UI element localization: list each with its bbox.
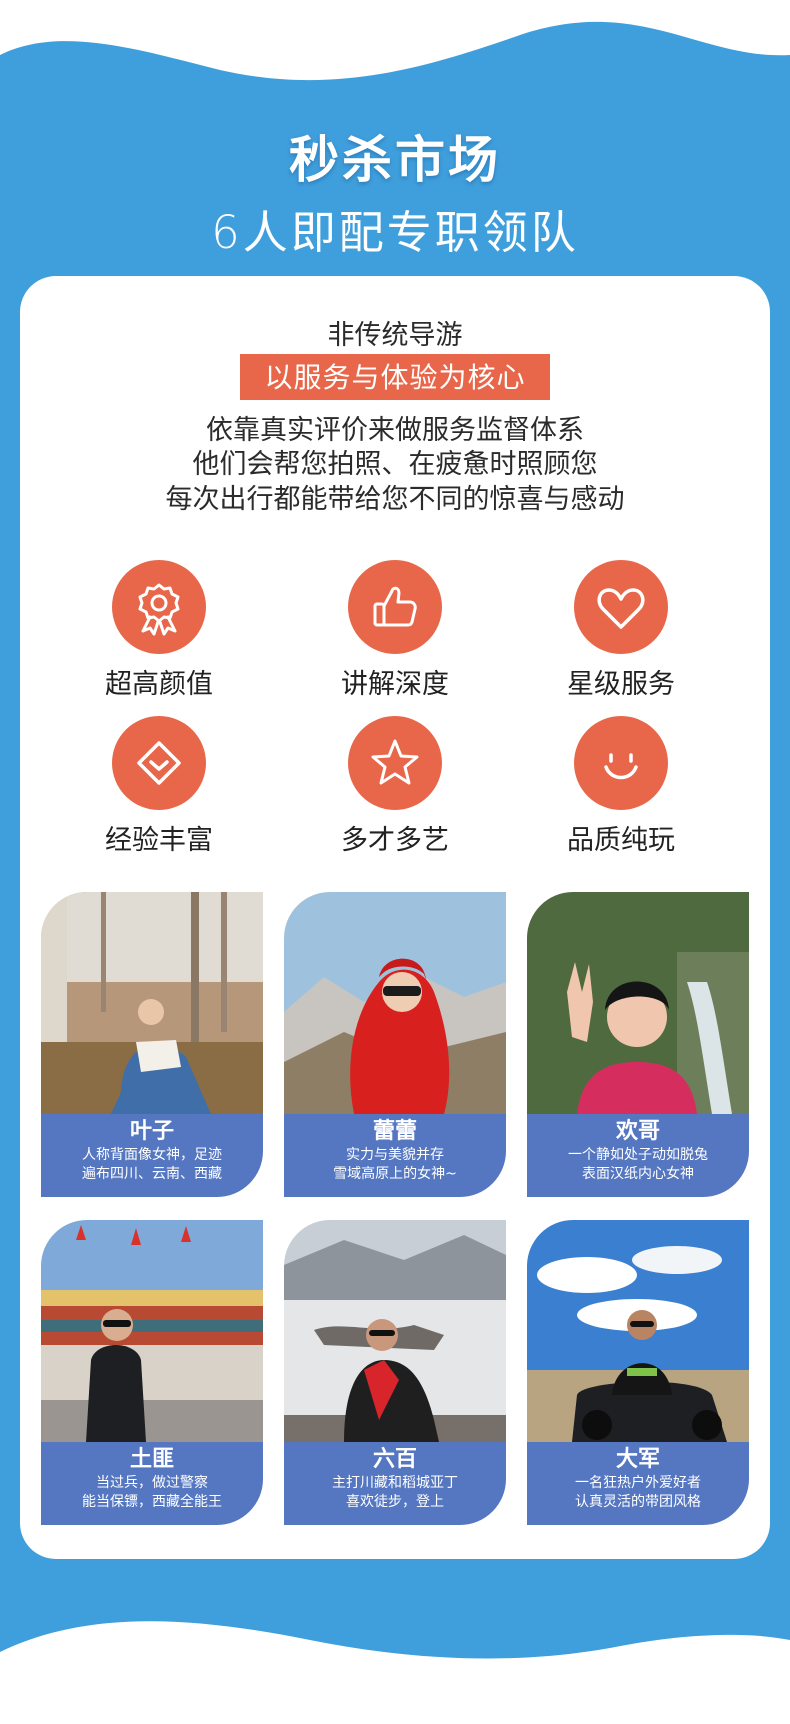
- heart-icon: [574, 560, 668, 654]
- guide-photo: [527, 892, 749, 1114]
- guide-photo: [41, 1220, 263, 1442]
- guide-photo: [527, 1220, 749, 1442]
- page-title: 秒杀市场: [289, 130, 501, 189]
- feature-label: 经验丰富: [105, 825, 213, 856]
- thumbs-up-icon: [348, 560, 442, 654]
- guide-photo: [284, 1220, 506, 1442]
- guide-caption: 土匪 当过兵，做过警察 能当保镖，西藏全能王: [41, 1442, 263, 1525]
- guide-name: 六百: [372, 1447, 417, 1472]
- guide-card: 欢哥 一个静如处子动如脱兔 表面汉纸内心女神: [527, 892, 749, 1197]
- intro-line-4: 每次出行都能带给您不同的惊喜与感动: [165, 484, 625, 515]
- guide-desc-2: 表面汉纸内心女神: [582, 1166, 694, 1182]
- guide-desc-1: 一个静如处子动如脱兔: [568, 1147, 708, 1163]
- guide-name: 土匪: [129, 1447, 174, 1472]
- guide-desc-2: 雪域高原上的女神~: [333, 1166, 457, 1182]
- guide-card: 土匪 当过兵，做过警察 能当保镖，西藏全能王: [41, 1220, 263, 1525]
- guide-name: 欢哥: [615, 1119, 660, 1144]
- guide-desc-1: 当过兵，做过警察: [96, 1475, 208, 1491]
- smile-icon: [574, 716, 668, 810]
- feature-item: 超高颜值: [49, 560, 269, 701]
- guide-caption: 六百 主打川藏和稻城亚丁 喜欢徒步，登上: [284, 1442, 506, 1525]
- guide-desc-2: 认真灵活的带团风格: [575, 1494, 701, 1510]
- guide-name: 叶子: [129, 1119, 174, 1144]
- guide-card: 六百 主打川藏和稻城亚丁 喜欢徒步，登上: [284, 1220, 506, 1525]
- star-icon: [348, 716, 442, 810]
- award-ribbon-icon: [112, 560, 206, 654]
- feature-item: 经验丰富: [49, 716, 269, 857]
- guide-desc-2: 遍布四川、云南、西藏: [82, 1166, 222, 1182]
- feature-label: 品质纯玩: [567, 825, 675, 856]
- guide-photo: [41, 892, 263, 1114]
- guide-name: 蕾蕾: [372, 1119, 417, 1144]
- guide-caption: 大军 一名狂热户外爱好者 认真灵活的带团风格: [527, 1442, 749, 1525]
- highlight-row: 以服务与体验为核心: [0, 354, 790, 400]
- guide-desc-1: 主打川藏和稻城亚丁: [332, 1475, 458, 1491]
- feature-item: 品质纯玩: [511, 716, 731, 857]
- feature-label: 超高颜值: [105, 669, 213, 700]
- guide-card: 蕾蕾 实力与美貌并存 雪域高原上的女神~: [284, 892, 506, 1197]
- guide-caption: 叶子 人称背面像女神，足迹 遍布四川、云南、西藏: [41, 1114, 263, 1197]
- feature-item: 讲解深度: [285, 560, 505, 701]
- feature-item: 星级服务: [511, 560, 731, 701]
- guide-desc-1: 人称背面像女神，足迹: [82, 1147, 222, 1163]
- highlight-banner: 以服务与体验为核心: [240, 354, 550, 400]
- intro-line-3: 他们会帮您拍照、在疲惫时照顾您: [192, 449, 598, 480]
- guide-caption: 欢哥 一个静如处子动如脱兔 表面汉纸内心女神: [527, 1114, 749, 1197]
- page-subtitle: 6人即配专职领队: [211, 206, 579, 259]
- feature-label: 讲解深度: [341, 669, 449, 700]
- guide-photo: [284, 892, 506, 1114]
- guide-name: 大军: [615, 1447, 660, 1472]
- guide-desc-2: 能当保镖，西藏全能王: [82, 1494, 222, 1510]
- intro-heading: 非传统导游: [327, 320, 463, 351]
- feature-label: 多才多艺: [341, 825, 449, 856]
- guide-card: 大军 一名狂热户外爱好者 认真灵活的带团风格: [527, 1220, 749, 1525]
- guide-desc-1: 一名狂热户外爱好者: [575, 1475, 701, 1491]
- guide-caption: 蕾蕾 实力与美貌并存 雪域高原上的女神~: [284, 1114, 506, 1197]
- guide-desc-2: 喜欢徒步，登上: [346, 1494, 444, 1510]
- guide-desc-1: 实力与美貌并存: [346, 1147, 444, 1163]
- feature-label: 星级服务: [567, 669, 675, 700]
- guide-card: 叶子 人称背面像女神，足迹 遍布四川、云南、西藏: [41, 892, 263, 1197]
- shield-check-icon: [112, 716, 206, 810]
- feature-item: 多才多艺: [285, 716, 505, 857]
